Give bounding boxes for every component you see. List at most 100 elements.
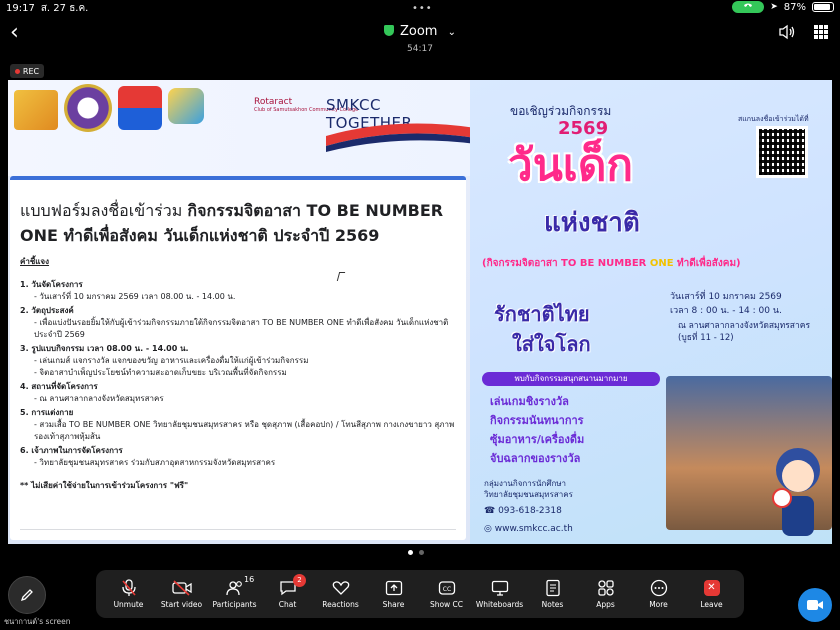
form-divider	[20, 529, 456, 530]
meeting-elapsed-time: 54:17	[407, 44, 433, 54]
more-button[interactable]: More	[632, 572, 685, 616]
apps-icon	[596, 579, 616, 597]
poster-year: 2569	[558, 118, 609, 139]
status-bar: 19:17 ส. 27 ธ.ค. ••• ➤ 87%	[0, 0, 840, 16]
logo-strip: Rotaract Club of Samutsakhon Community C…	[8, 80, 476, 176]
event-poster: ขอเชิญร่วมกิจกรรม 2569 วันเด็ก แห่งชาติ …	[470, 80, 832, 544]
qr-code	[756, 126, 808, 178]
poster-phone-number: 093-618-2318	[498, 506, 562, 516]
meeting-toolbar: Unmute Start video 16 Participants 2 Cha…	[96, 570, 744, 618]
toolbar-label: Leave	[700, 600, 723, 609]
poster-activities-banner: พบกับกิจกรรมสนุกสนานมากมาย	[482, 372, 660, 386]
participants-count: 16	[244, 575, 255, 584]
annotate-pen-button[interactable]	[8, 576, 46, 614]
chat-button[interactable]: 2 Chat	[261, 572, 314, 616]
toolbar-label: More	[649, 600, 668, 609]
notes-button[interactable]: Notes	[526, 572, 579, 616]
meeting-title[interactable]: Zoom ⌄	[0, 24, 840, 39]
poster-web-url: www.smkcc.ac.th	[494, 524, 573, 534]
whiteboards-button[interactable]: Whiteboards	[473, 572, 526, 616]
share-button[interactable]: Share	[367, 572, 420, 616]
participants-button[interactable]: 16 Participants	[208, 572, 261, 616]
show-cc-button[interactable]: CC Show CC	[420, 572, 473, 616]
unmute-button[interactable]: Unmute	[102, 572, 155, 616]
mascot-illustration	[772, 448, 820, 536]
poster-place-block: ณ ลานศาลากลางจังหวัดสมุทรสาคร (บูธที่ 11…	[678, 320, 810, 344]
college-logo	[14, 90, 58, 130]
poster-contact: กลุ่มงานกิจการนักศึกษา วิทยาลัยชุมชนสมุท…	[484, 478, 573, 500]
poster-activity: เล่นเกมชิงรางวัล	[490, 395, 569, 408]
multitask-dots-icon[interactable]: •••	[412, 3, 433, 14]
free-note: ** ไม่เสียค่าใช้จ่ายในการเข้าร่วมโครงการ…	[20, 481, 189, 490]
toolbar-label: Notes	[541, 600, 564, 609]
gallery-grid-icon[interactable]	[814, 25, 828, 39]
recording-label: REC	[22, 66, 40, 76]
explain-heading: คำชี้แจง	[20, 257, 50, 266]
poster-date-block: วันเสาร์ที่ 10 มกราคม 2569 เวลา 8 : 00 น…	[670, 290, 782, 318]
registration-form-card: แบบฟอร์มลงชื่อเข้าร่วม กิจกรรมจิตอาสา TO…	[10, 176, 466, 540]
crest-logo	[64, 84, 112, 132]
page-dot-active[interactable]	[408, 550, 413, 555]
apps-button[interactable]: Apps	[579, 572, 632, 616]
form-section-item: - วันเสาร์ที่ 10 มกราคม 2569 เวลา 08.00 …	[34, 292, 236, 301]
poster-scan-label: สแกนลงชื่อเข้าร่วมได้ที่	[738, 115, 809, 123]
reactions-button[interactable]: Reactions	[314, 572, 367, 616]
rotaract-name: Rotaract	[254, 97, 293, 107]
start-video-button[interactable]: Start video	[155, 572, 208, 616]
phone-icon: ☎	[484, 506, 499, 516]
meeting-title-text: Zoom	[399, 24, 438, 39]
form-section-item: - เพื่อแบ่งปันรอยยิ้มให้กับผู้เข้าร่วมกิ…	[34, 318, 449, 339]
flag-swoosh-graphic	[326, 123, 476, 152]
poster-headline-2: แห่งชาติ	[544, 208, 640, 238]
video-off-icon	[171, 579, 192, 597]
form-section-item: - ณ ลานศาลากลางจังหวัดสมุทรสาคร	[34, 394, 164, 403]
whiteboard-icon	[490, 579, 510, 597]
meeting-header: ‹ Zoom ⌄ 54:17	[0, 16, 840, 56]
svg-text:CC: CC	[442, 586, 450, 593]
toolbar-label: Start video	[160, 600, 203, 609]
speaker-icon[interactable]	[778, 24, 796, 40]
form-title-plain: แบบฟอร์มลงชื่อเข้าร่วม	[20, 201, 188, 220]
form-section-heading: 4. สถานที่จัดโครงการ	[20, 382, 98, 391]
battery-fill	[814, 4, 830, 10]
notes-icon	[543, 579, 563, 597]
form-section-item: - สวมเสื้อ TO BE NUMBER ONE วิทยาลัยชุมช…	[34, 420, 455, 441]
toolbar-label: Reactions	[322, 600, 359, 609]
form-section-heading: 6. เจ้าภาพในการจัดโครงการ	[20, 446, 123, 455]
form-title: แบบฟอร์มลงชื่อเข้าร่วม กิจกรรมจิตอาสา TO…	[20, 198, 456, 248]
poster-slogan-1: รักชาติไทย	[494, 302, 590, 326]
poster-time: เวลา 8 : 00 น. - 14 : 00 น.	[670, 306, 782, 316]
recording-dot-icon	[14, 68, 20, 74]
toolbar-label: Unmute	[113, 600, 144, 609]
toolbar-label: Chat	[278, 600, 297, 609]
globe-icon: ◎	[484, 524, 495, 534]
form-section-heading: 3. รูปแบบกิจกรรม เวลา 08.00 น. - 14.00 น…	[20, 344, 189, 353]
poster-sub-a: (กิจกรรมจิตอาสา TO BE NUMBER	[482, 258, 650, 269]
page-indicator[interactable]	[408, 550, 424, 555]
form-section-item: - วิทยาลัยชุมชนสมุทรสาคร ร่วมกับสภาอุตสา…	[34, 458, 276, 467]
heart-icon	[331, 579, 351, 597]
active-call-icon[interactable]	[732, 1, 765, 13]
form-lines: 1. วันจัดโครงการ - วันเสาร์ที่ 10 มกราคม …	[20, 279, 456, 469]
poster-place: ณ ลานศาลากลางจังหวัดสมุทรสาคร	[678, 321, 811, 331]
form-section-item: - จิตอาสาบำเพ็ญประโยชน์ทำความสะอาดเก็บขย…	[34, 368, 287, 377]
form-section-heading: 2. วัตถุประสงค์	[20, 306, 74, 315]
toolbar-label: Apps	[596, 600, 615, 609]
shared-screen[interactable]: Rotaract Club of Samutsakhon Community C…	[8, 80, 832, 544]
floating-video-button[interactable]	[798, 588, 832, 622]
poster-contact-2: วิทยาลัยชุมชนสมุทรสาคร	[484, 490, 573, 499]
page-dot[interactable]	[419, 550, 424, 555]
poster-phone: ☎ 093-618-2318	[484, 506, 562, 516]
poster-slogan-2: ใส่ใจโลก	[512, 332, 591, 356]
chat-unread-badge: 2	[293, 574, 306, 587]
screen-owner-label: ชนากานต์'s screen	[4, 617, 71, 626]
poster-activity: ซุ้มอาหาร/เครื่องดื่ม	[490, 433, 585, 446]
toolbar-label: Whiteboards	[475, 600, 524, 609]
form-section-item: - เล่นเกมส์ แจกรางวัล แจกของขวัญ อาหารแล…	[34, 356, 309, 365]
poster-sub-b: ONE	[649, 258, 674, 269]
status-time: 19:17	[6, 2, 35, 14]
location-icon: ➤	[770, 2, 778, 12]
to-be-number-one-logo	[118, 86, 162, 130]
mic-off-icon	[119, 579, 139, 597]
leave-button[interactable]: ✕ Leave	[685, 572, 738, 616]
